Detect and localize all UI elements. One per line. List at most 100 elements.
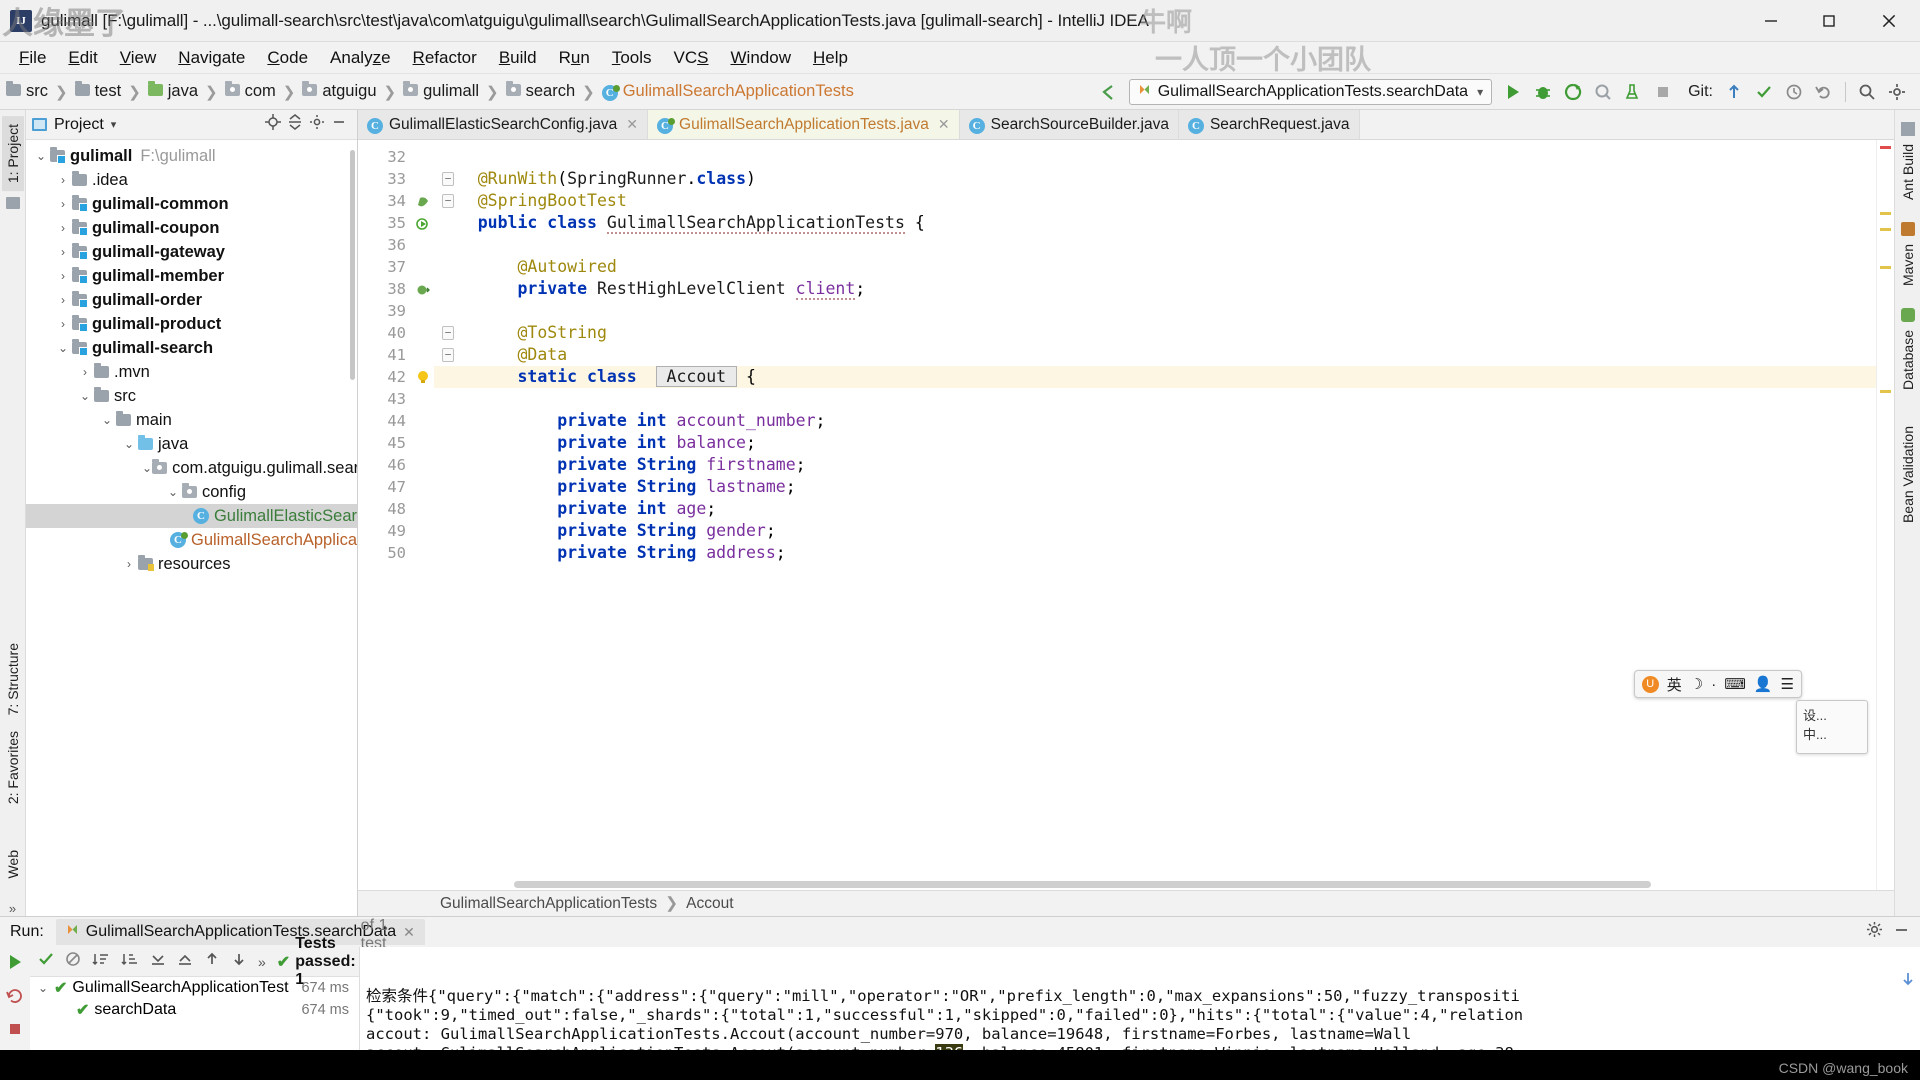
close-icon[interactable]: ✕ (938, 116, 950, 133)
stop-button[interactable] (1648, 79, 1678, 105)
chevron-right-icon[interactable]: › (120, 557, 138, 571)
project-scrollbar[interactable] (350, 150, 355, 380)
hide-icon[interactable] (331, 114, 347, 135)
prev-icon[interactable] (204, 951, 220, 972)
line-number[interactable]: 37 (358, 256, 434, 278)
code-line[interactable]: private String address; (434, 542, 1876, 564)
menu-file[interactable]: File (8, 45, 57, 71)
breadcrumb-inner-class[interactable]: Accout (686, 895, 733, 913)
spring-leaf-icon[interactable] (414, 193, 430, 209)
tab-gulimall-search-application-tests[interactable]: C GulimallSearchApplicationTests.java ✕ (648, 110, 960, 139)
next-icon[interactable] (231, 951, 247, 972)
settings-icon[interactable] (309, 114, 325, 135)
more-icon[interactable]: » (258, 954, 266, 970)
breadcrumb-gulimall[interactable]: gulimall (403, 81, 479, 101)
collapse-all-icon[interactable] (177, 951, 193, 972)
tree-node[interactable]: › gulimall-member (26, 264, 357, 288)
sidebar-item-bean-validation[interactable]: Bean Validation (1897, 418, 1919, 531)
warning-marker[interactable] (1880, 390, 1891, 393)
moon-icon[interactable]: ☽ (1690, 675, 1703, 693)
tree-node[interactable]: › .mvn (26, 360, 357, 384)
close-icon[interactable]: ✕ (403, 924, 415, 941)
console-line[interactable]: {"took":9,"timed_out":false,"_shards":{"… (366, 1006, 1920, 1025)
ime-mode-label[interactable]: 英 (1667, 674, 1682, 695)
tree-node[interactable]: › gulimall-product (26, 312, 357, 336)
line-number[interactable]: 44 (358, 410, 434, 432)
menu-edit[interactable]: Edit (57, 45, 108, 71)
chevron-down-icon[interactable]: ⌄ (142, 461, 152, 475)
line-number[interactable]: 39 (358, 300, 434, 322)
line-number[interactable]: 50 (358, 542, 434, 564)
menu-icon[interactable]: ☰ (1781, 675, 1794, 693)
code-line[interactable] (434, 388, 1876, 410)
line-number[interactable]: 46 (358, 454, 434, 476)
settings-icon[interactable] (1866, 921, 1883, 943)
sort-duration-icon[interactable] (121, 951, 139, 972)
run-button[interactable] (1498, 79, 1528, 105)
breadcrumb-atguigu[interactable]: atguigu (302, 81, 377, 101)
sidebar-item-favorites[interactable]: 2: Favorites (2, 723, 24, 812)
line-number[interactable]: 45 (358, 432, 434, 454)
breadcrumb-java[interactable]: java (147, 81, 198, 101)
tab-search-source-builder[interactable]: C SearchSourceBuilder.java (959, 110, 1179, 139)
tab-gulimall-elastic-search-config[interactable]: C GulimallElasticSearchConfig.java ✕ (358, 110, 649, 139)
console-line[interactable]: 检索条件{"query":{"match":{"address":{"query… (366, 987, 1920, 1006)
code-line[interactable]: @SpringBootTest (434, 190, 1876, 212)
sidebar-item-maven[interactable]: Maven (1897, 236, 1919, 294)
close-icon[interactable]: ✕ (626, 116, 638, 133)
menu-code[interactable]: Code (256, 45, 319, 71)
chevron-down-icon[interactable]: ⌄ (32, 149, 50, 163)
tree-node[interactable]: ⌄ src (26, 384, 357, 408)
update-project-icon[interactable] (1719, 79, 1749, 105)
chevron-right-icon[interactable]: › (54, 317, 72, 331)
code-line[interactable] (434, 146, 1876, 168)
scroll-to-end-icon[interactable] (1807, 953, 1916, 1009)
menu-navigate[interactable]: Navigate (167, 45, 256, 71)
minimize-button[interactable] (1742, 0, 1800, 41)
back-arrow-icon[interactable] (1093, 79, 1123, 105)
source-code[interactable]: @RunWith(SpringRunner.class) @SpringBoot… (434, 140, 1876, 890)
code-line[interactable]: private RestHighLevelClient client; (434, 278, 1876, 300)
menu-refactor[interactable]: Refactor (402, 45, 488, 71)
chevron-right-icon[interactable]: › (54, 245, 72, 259)
sort-alpha-icon[interactable] (92, 951, 110, 972)
run-test-icon[interactable] (414, 215, 430, 231)
breadcrumb-class[interactable]: C GulimallSearchApplicationTests (601, 82, 854, 101)
error-stripe[interactable] (1876, 140, 1894, 890)
line-number[interactable]: 48 (358, 498, 434, 520)
close-button[interactable] (1858, 0, 1920, 41)
code-line[interactable]: @RunWith(SpringRunner.class) (434, 168, 1876, 190)
chevron-down-icon[interactable]: ⌄ (120, 437, 138, 451)
code-line[interactable]: private int age; (434, 498, 1876, 520)
hide-ignored-icon[interactable] (65, 951, 81, 972)
code-line[interactable]: private String gender; (434, 520, 1876, 542)
chevron-down-icon[interactable]: ▾ (111, 118, 117, 131)
rollback-icon[interactable] (1809, 79, 1839, 105)
run-configuration-selector[interactable]: GulimallSearchApplicationTests.searchDat… (1128, 78, 1493, 105)
tree-node[interactable]: C GulimallElasticSear (26, 504, 357, 528)
more-icon[interactable]: » (9, 901, 16, 916)
tree-node[interactable]: › gulimall-order (26, 288, 357, 312)
intention-bulb-icon[interactable] (414, 369, 430, 385)
line-number[interactable]: 40− (358, 322, 454, 344)
line-number[interactable]: 41− (358, 344, 454, 366)
chevron-down-icon[interactable]: ⌄ (164, 485, 182, 499)
breadcrumb-class-name[interactable]: GulimallSearchApplicationTests (440, 895, 657, 913)
run-with-coverage-button[interactable] (1558, 79, 1588, 105)
tree-node[interactable]: ⌄ gulimall-search (26, 336, 357, 360)
error-marker[interactable] (1880, 146, 1891, 149)
menu-help[interactable]: Help (802, 45, 859, 71)
stop-icon[interactable] (7, 1021, 23, 1042)
line-number[interactable]: 34− (358, 190, 454, 212)
code-line[interactable]: private int account_number; (434, 410, 1876, 432)
collapse-all-icon[interactable] (287, 114, 303, 135)
code-line[interactable] (434, 300, 1876, 322)
breadcrumb-search[interactable]: search (505, 81, 575, 101)
menu-run[interactable]: Run (548, 45, 601, 71)
tree-node[interactable]: ⌄ java (26, 432, 357, 456)
tree-node[interactable]: ⌄ com.atguigu.gulimall.sear (26, 456, 357, 480)
tree-node[interactable]: › gulimall-coupon (26, 216, 357, 240)
maximize-button[interactable] (1800, 0, 1858, 41)
chevron-right-icon[interactable]: › (54, 173, 72, 187)
chevron-down-icon[interactable]: ⌄ (54, 341, 72, 355)
